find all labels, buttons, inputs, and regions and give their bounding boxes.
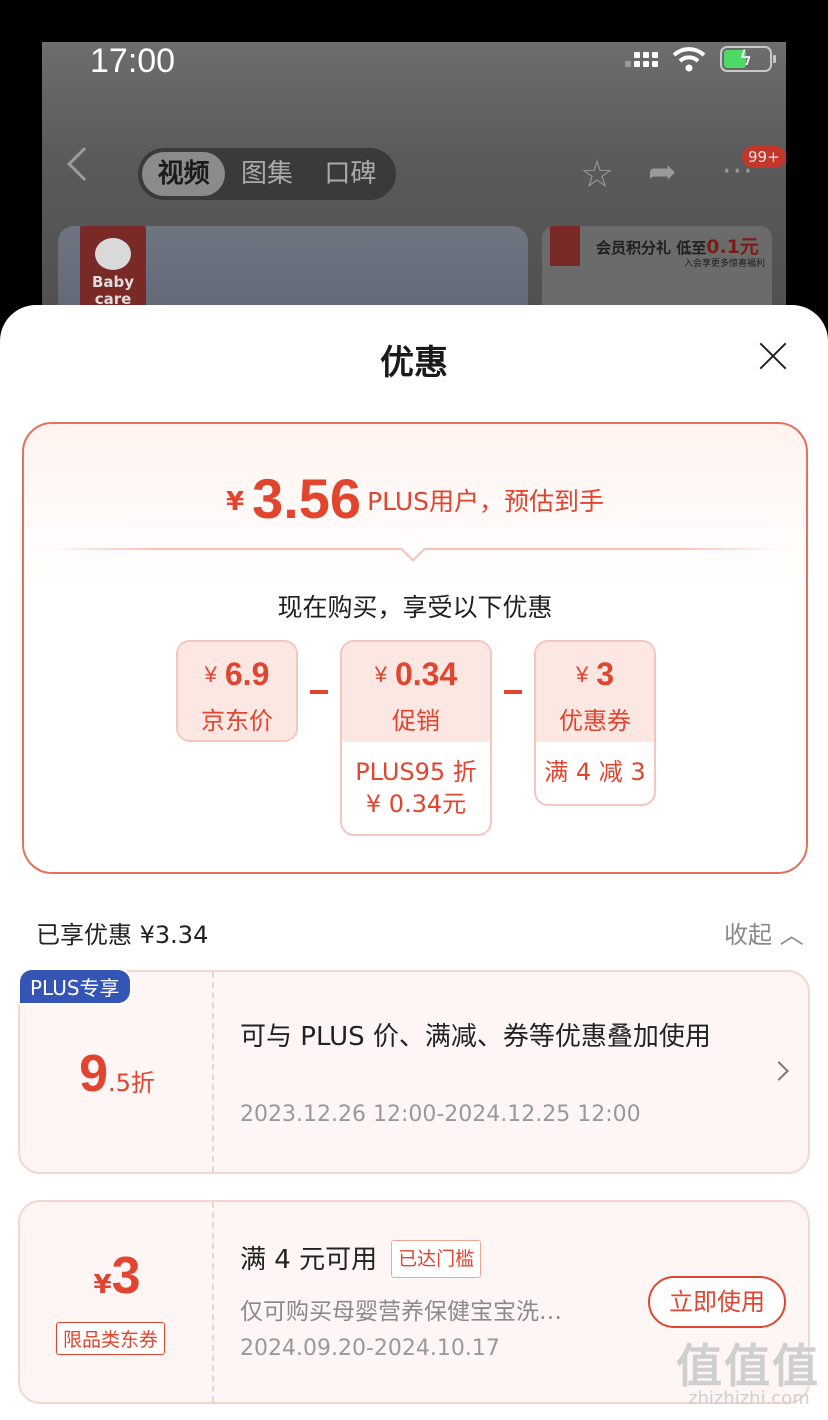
tab-gallery[interactable]: 图集 (225, 152, 308, 196)
offer-date-range: 2023.12.26 12:00-2024.12.25 12:00 (240, 1102, 641, 1127)
chevron-up-icon: ︿ (779, 921, 804, 949)
chevron-right-icon (769, 1061, 789, 1081)
media-tabs: 视频 图集 口碑 (138, 148, 396, 200)
coupon-date-range: 2024.09.20-2024.10.17 (240, 1336, 500, 1361)
enjoy-heading: 现在购买，享受以下优惠 (277, 593, 553, 622)
category-coupon-tag: 限品类东券 (56, 1322, 166, 1355)
favorite-star-icon[interactable]: ☆ (580, 152, 614, 196)
collapse-button[interactable]: 收起 ︿ (724, 915, 804, 950)
price-summary-card: ¥3.56 PLUS用户，预估到手 现在购买，享受以下优惠 ¥6.9 京东价 ¥0… (22, 422, 808, 874)
sheet-title: 优惠 (380, 343, 448, 383)
discount-sheet: 优惠 ¥3.56 PLUS用户，预估到手 现在购买，享受以下优惠 ¥6.9 京东价… (0, 305, 828, 1420)
close-icon[interactable] (758, 341, 788, 371)
site-watermark-url: zhizhizhi.com (688, 1388, 810, 1409)
minus-sign (310, 690, 328, 694)
divider-notch (400, 536, 426, 562)
coupon-value-panel: ¥3 限品类东券 (20, 1202, 214, 1402)
promotion-chip: ¥0.34 促销 PLUS95 折 ¥ 0.34元 (340, 640, 492, 836)
enjoyed-discount-total: 已享优惠 ¥3.34 (36, 921, 209, 949)
notification-badge: 99+ (742, 146, 786, 168)
cellular-signal-icon (625, 51, 658, 67)
coupon-chip: ¥3 优惠券 满 4 减 3 (534, 640, 656, 806)
offer-title: 可与 PLUS 价、满减、券等优惠叠加使用 (240, 1022, 711, 1052)
coupon-description: 仅可购买母婴营养保健宝宝洗… (240, 1299, 562, 1325)
tab-reviews[interactable]: 口碑 (309, 152, 392, 196)
jd-price-chip: ¥6.9 京东价 (176, 640, 298, 742)
back-icon[interactable] (67, 147, 101, 181)
threshold-reached-badge: 已达门槛 (391, 1240, 482, 1278)
coupon-title: 满 4 元可用 已达门槛 (240, 1240, 620, 1278)
brand-logo-small (550, 226, 580, 266)
site-watermark: 值值值 (676, 1339, 820, 1393)
tab-video[interactable]: 视频 (142, 152, 226, 196)
wifi-icon (672, 47, 706, 72)
minus-sign (504, 690, 522, 694)
promo-banner-subtext: 入会享更多惊喜福利 (684, 259, 766, 269)
promo-banner-text: 会员积分礼 低至0.1元 (596, 236, 759, 258)
brand-logo: Baby care (80, 226, 146, 316)
share-icon[interactable]: ➦ (648, 152, 677, 192)
status-icons: ϟ (625, 46, 776, 72)
use-now-button[interactable]: 立即使用 (648, 1276, 786, 1328)
status-time: 17:00 (90, 42, 176, 80)
plus-offer-card[interactable]: 9.5折 PLUS专享 可与 PLUS 价、满减、券等优惠叠加使用 2023.1… (18, 968, 810, 1174)
plus-exclusive-tag: PLUS专享 (18, 968, 132, 1005)
battery-icon: ϟ (720, 46, 776, 72)
estimated-price: ¥3.56 PLUS用户，预估到手 (225, 467, 605, 530)
